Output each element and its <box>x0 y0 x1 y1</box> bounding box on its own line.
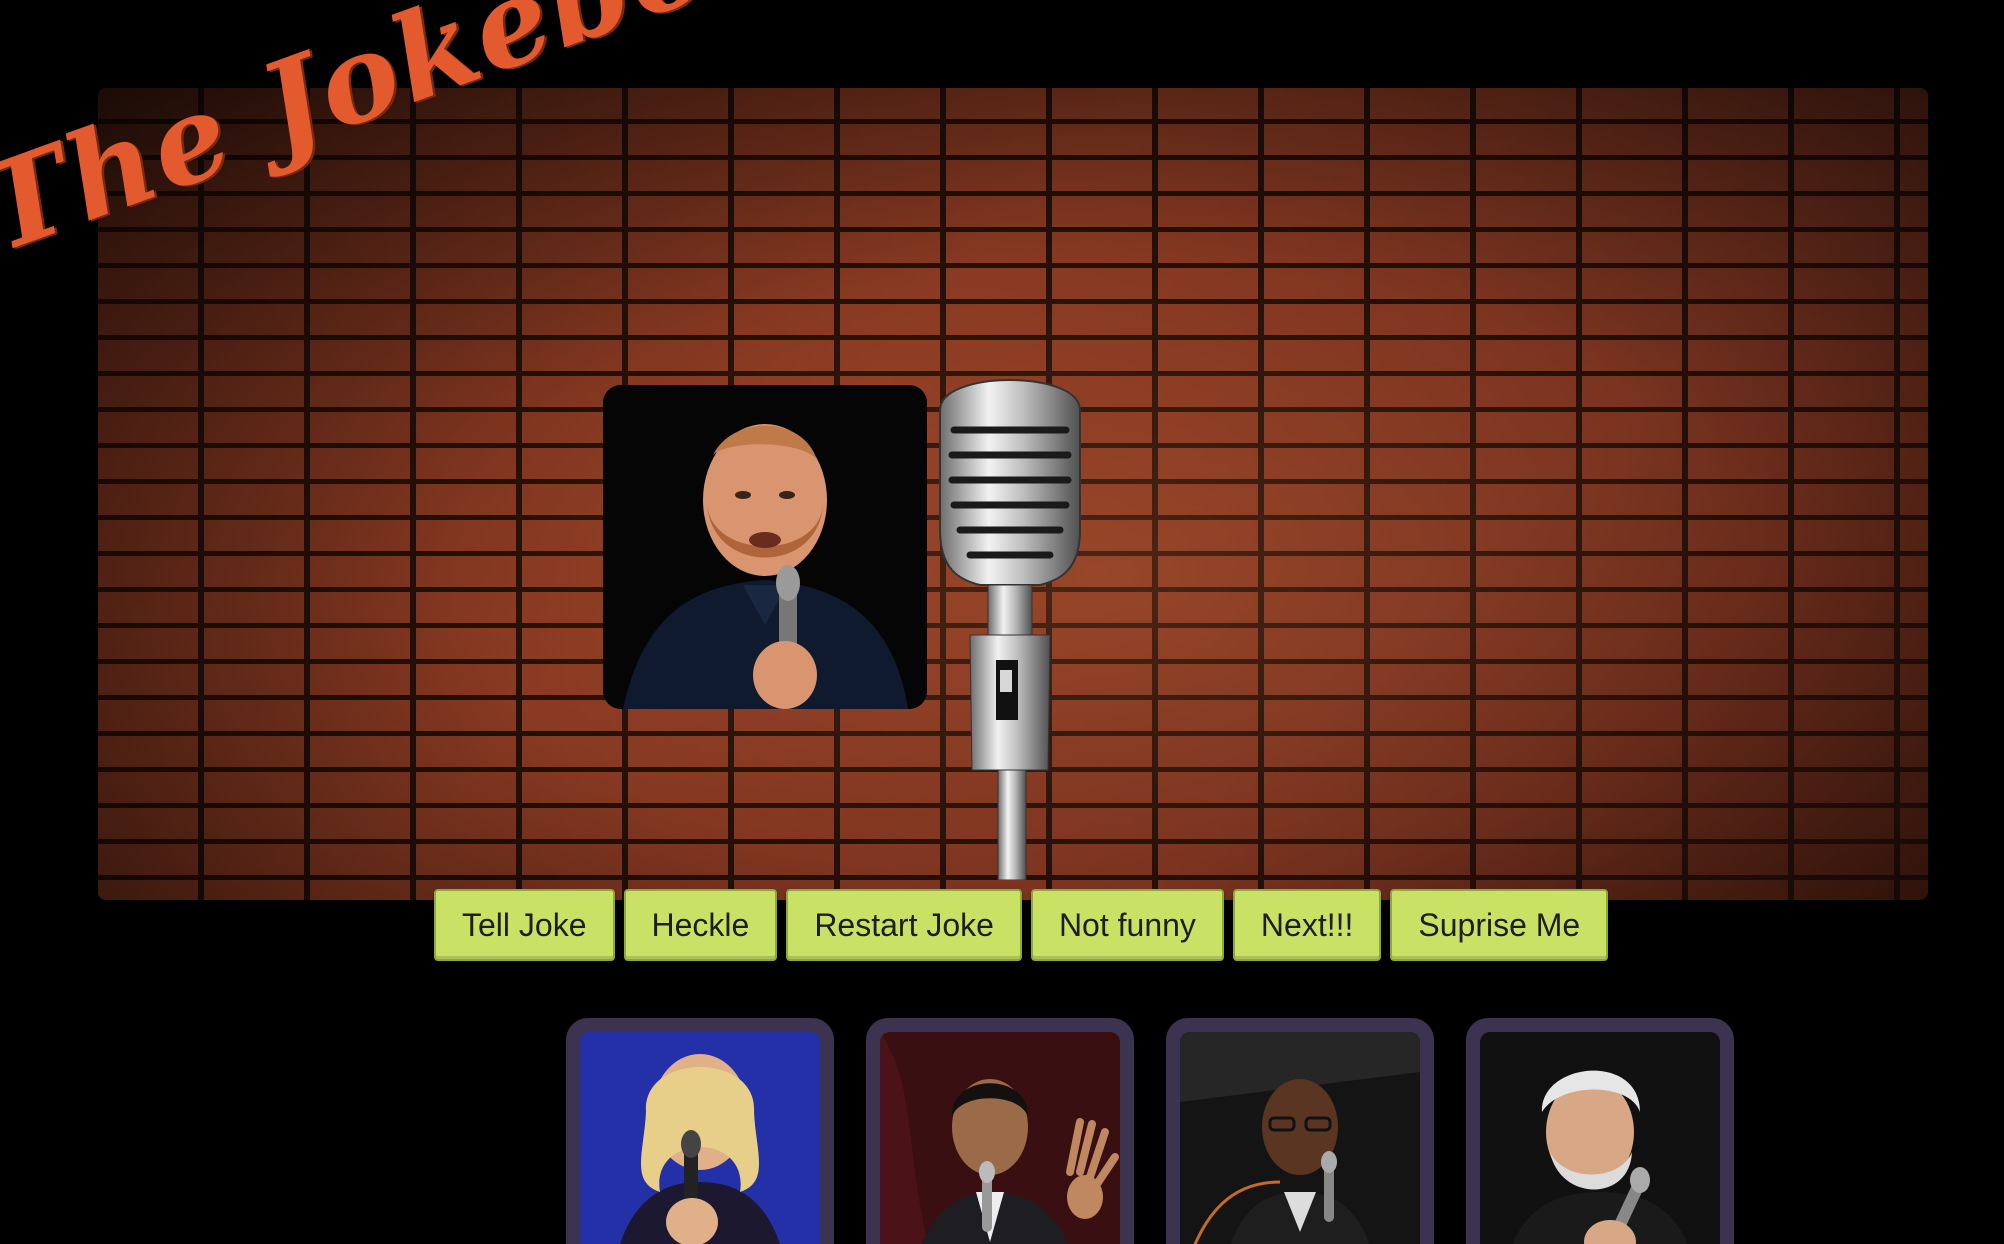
surprise-me-button[interactable]: Suprise Me <box>1390 889 1609 961</box>
comedian-card[interactable] <box>566 1018 834 1244</box>
control-buttons: Tell Joke Heckle Restart Joke Not funny … <box>434 889 1609 961</box>
comedian-photo-4-icon <box>1480 1032 1720 1244</box>
heckle-button[interactable]: Heckle <box>623 889 778 961</box>
comedian-card[interactable] <box>1466 1018 1734 1244</box>
restart-joke-button[interactable]: Restart Joke <box>786 889 1022 961</box>
comedian-list <box>566 1018 1734 1244</box>
microphone-icon <box>930 370 1090 880</box>
current-comedian-portrait <box>603 385 927 709</box>
tell-joke-button[interactable]: Tell Joke <box>434 889 615 961</box>
comedian-photo-1-icon <box>580 1032 820 1244</box>
comedian-card[interactable] <box>1166 1018 1434 1244</box>
page: The Jokebox Tell Joke Heckle Restart Jok… <box>0 0 2004 1244</box>
next-button[interactable]: Next!!! <box>1232 889 1382 961</box>
comedian-photo-3-icon <box>1180 1032 1420 1244</box>
comedian-photo-2-icon <box>880 1032 1120 1244</box>
comedian-portrait-icon <box>603 385 927 709</box>
comedian-card[interactable] <box>866 1018 1134 1244</box>
not-funny-button[interactable]: Not funny <box>1030 889 1224 961</box>
